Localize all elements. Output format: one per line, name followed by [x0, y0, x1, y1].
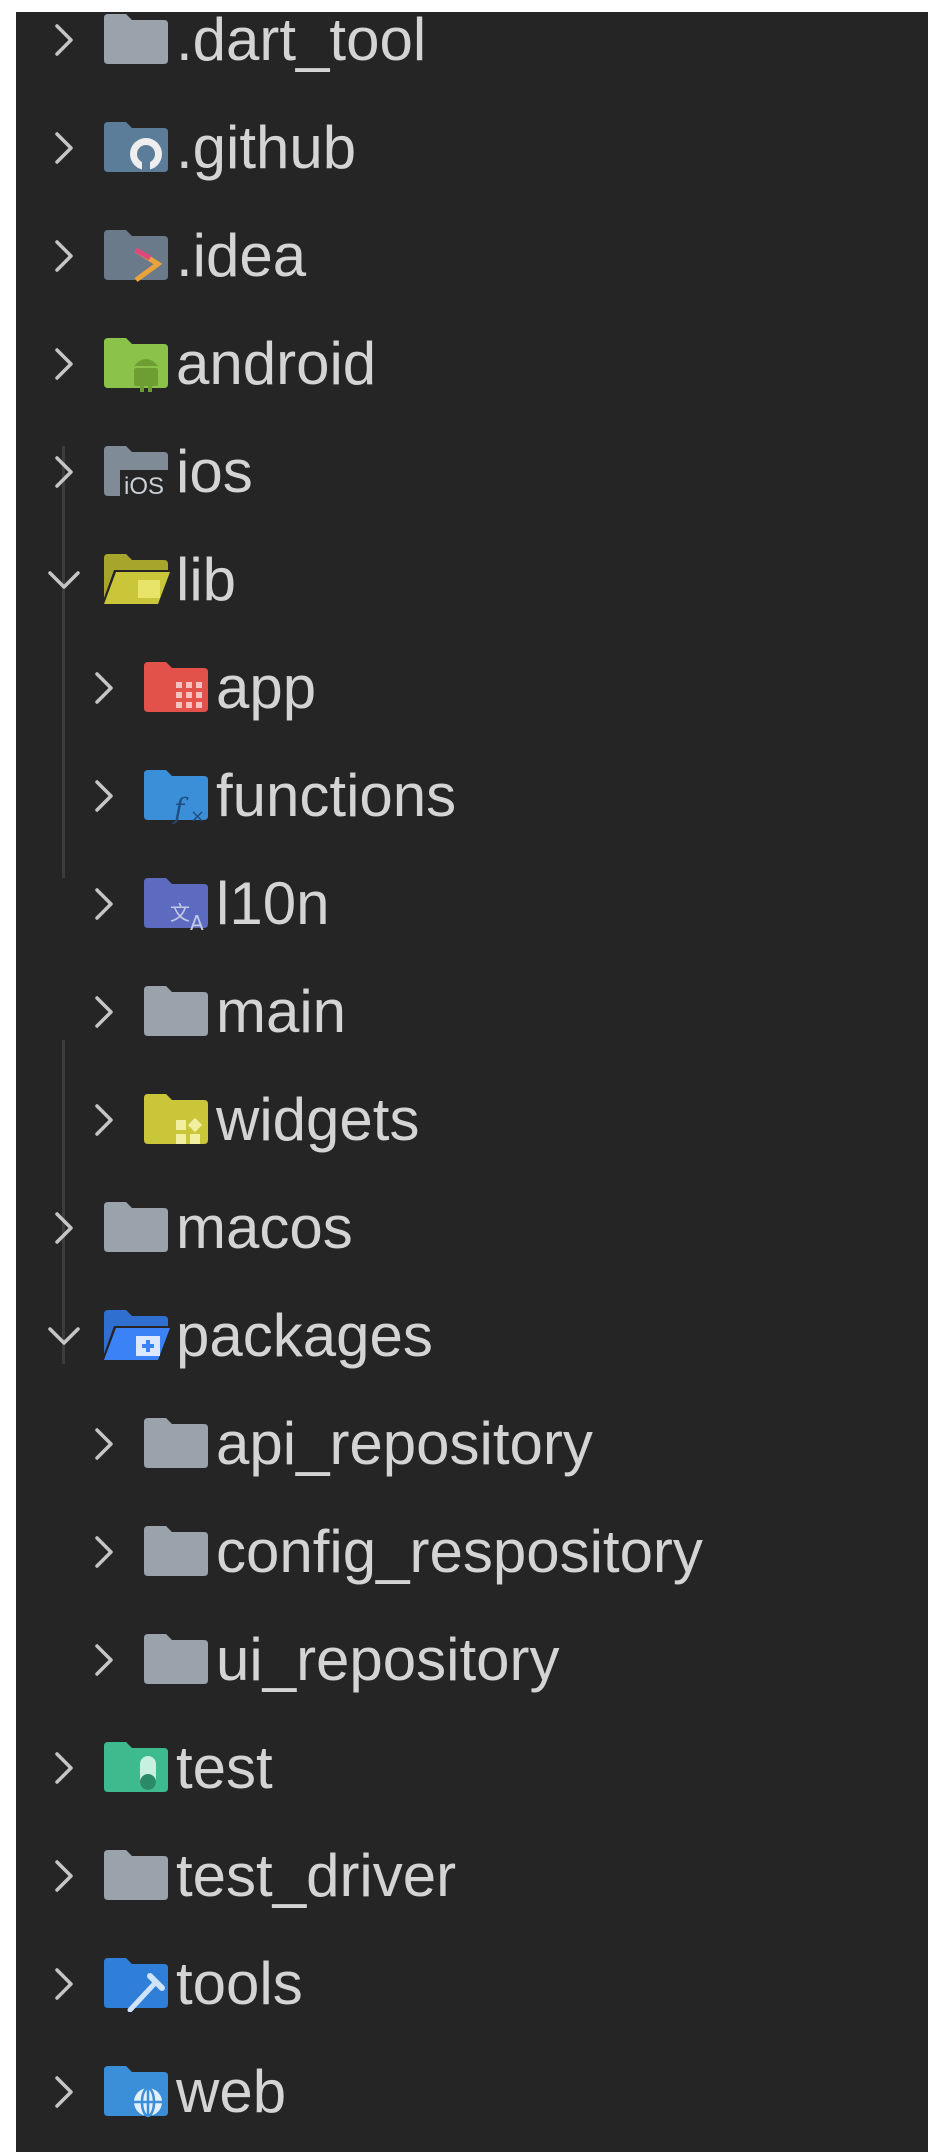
- tools-folder-icon: [104, 1958, 168, 2012]
- tree-item-android[interactable]: android: [16, 310, 928, 418]
- tree-item-label: .dart_tool: [176, 6, 427, 73]
- tree-item-config-respository[interactable]: config_respository: [16, 1498, 928, 1606]
- svg-text:iOS: iOS: [124, 473, 164, 500]
- tree-item-label: ui_repository: [216, 1626, 560, 1693]
- l10n-folder-icon: 文A: [144, 878, 208, 932]
- chevron-right-icon[interactable]: [86, 1534, 122, 1570]
- chevron-right-icon[interactable]: [46, 346, 82, 382]
- tree-item-label: config_respository: [216, 1518, 703, 1585]
- android-folder-icon: [104, 338, 168, 392]
- chevron-right-icon[interactable]: [46, 22, 82, 58]
- tree-item-dart-tool[interactable]: .dart_tool: [16, 0, 928, 94]
- chevron-right-icon[interactable]: [46, 1858, 82, 1894]
- tree-item-label: web: [176, 2058, 287, 2125]
- folder-icon: [104, 1202, 168, 1252]
- app-folder-icon: [144, 662, 208, 712]
- tree-item-label: macos: [176, 1194, 353, 1261]
- svg-text:A: A: [190, 911, 204, 932]
- tree-item-label: widgets: [216, 1086, 420, 1153]
- functions-folder-icon: f ×: [144, 770, 208, 824]
- web-folder-icon: [104, 2066, 168, 2118]
- folder-icon: [104, 14, 168, 64]
- packages-folder-open-icon: [104, 1310, 170, 1360]
- chevron-right-icon[interactable]: [46, 1750, 82, 1786]
- github-folder-icon: [104, 122, 168, 172]
- tree-item-ios[interactable]: iOS ios: [16, 418, 928, 526]
- tree-item-app[interactable]: app: [16, 634, 928, 742]
- chevron-right-icon[interactable]: [46, 130, 82, 166]
- tree-item-test[interactable]: test: [16, 1714, 928, 1822]
- tree-item-label: api_repository: [216, 1410, 593, 1477]
- tree-item-label: packages: [176, 1302, 433, 1369]
- chevron-right-icon[interactable]: [46, 2074, 82, 2110]
- tree-item-label: functions: [216, 762, 457, 829]
- chevron-down-icon[interactable]: [46, 562, 82, 598]
- ios-folder-icon: iOS: [104, 446, 168, 500]
- tree-item-label: l10n: [216, 870, 330, 937]
- chevron-right-icon[interactable]: [86, 1642, 122, 1678]
- idea-folder-icon: [104, 230, 168, 283]
- tree-item-tools[interactable]: tools: [16, 1930, 928, 2038]
- tree-item-api-repository[interactable]: api_repository: [16, 1390, 928, 1498]
- svg-text:文: 文: [170, 901, 190, 925]
- tree-item-lib[interactable]: lib: [16, 526, 928, 634]
- tree-item-label: ios: [176, 438, 253, 505]
- tree-item-test-driver[interactable]: test_driver: [16, 1822, 928, 1930]
- svg-text:×: ×: [190, 806, 205, 824]
- chevron-right-icon[interactable]: [46, 238, 82, 274]
- chevron-right-icon[interactable]: [46, 1210, 82, 1246]
- tree-item-label: test: [176, 1734, 273, 1801]
- chevron-right-icon[interactable]: [86, 1426, 122, 1462]
- chevron-right-icon[interactable]: [86, 886, 122, 922]
- tree-item-label: lib: [176, 546, 237, 613]
- explorer-tree: .dart_tool .github .idea android iOS ios…: [16, 6, 928, 2152]
- tree-item-main[interactable]: main: [16, 958, 928, 1066]
- tree-item-github[interactable]: .github: [16, 94, 928, 202]
- tree-item-l10n[interactable]: 文A l10n: [16, 850, 928, 958]
- tree-item-web[interactable]: web: [16, 2038, 928, 2146]
- tree-item-label: android: [176, 330, 377, 397]
- chevron-right-icon[interactable]: [86, 994, 122, 1030]
- tree-item-label: .idea: [176, 222, 307, 289]
- chevron-right-icon[interactable]: [46, 454, 82, 490]
- tree-item-widgets[interactable]: widgets: [16, 1066, 928, 1174]
- folder-icon: [144, 986, 208, 1036]
- tree-item-idea[interactable]: .idea: [16, 202, 928, 310]
- tree-item-packages[interactable]: packages: [16, 1282, 928, 1390]
- tree-item-label: test_driver: [176, 1842, 457, 1909]
- tree-item-functions[interactable]: f × functions: [16, 742, 928, 850]
- chevron-right-icon[interactable]: [86, 1102, 122, 1138]
- chevron-down-icon[interactable]: [46, 1318, 82, 1354]
- folder-icon: [144, 1418, 208, 1468]
- lib-folder-open-icon: [104, 554, 170, 604]
- tree-item-label: tools: [176, 1950, 303, 2017]
- tree-item-label: app: [216, 654, 317, 721]
- folder-icon: [104, 1850, 168, 1900]
- chevron-right-icon[interactable]: [86, 670, 122, 706]
- tree-item-ui-repository[interactable]: ui_repository: [16, 1606, 928, 1714]
- chevron-right-icon[interactable]: [86, 778, 122, 814]
- tree-item-label: main: [216, 978, 347, 1045]
- folder-icon: [144, 1526, 208, 1576]
- widgets-folder-icon: [144, 1094, 208, 1144]
- tree-item-label: .github: [176, 114, 357, 181]
- chevron-right-icon[interactable]: [46, 1966, 82, 2002]
- tree-item-macos[interactable]: macos: [16, 1174, 928, 1282]
- folder-icon: [144, 1634, 208, 1684]
- test-folder-icon: [104, 1742, 168, 1792]
